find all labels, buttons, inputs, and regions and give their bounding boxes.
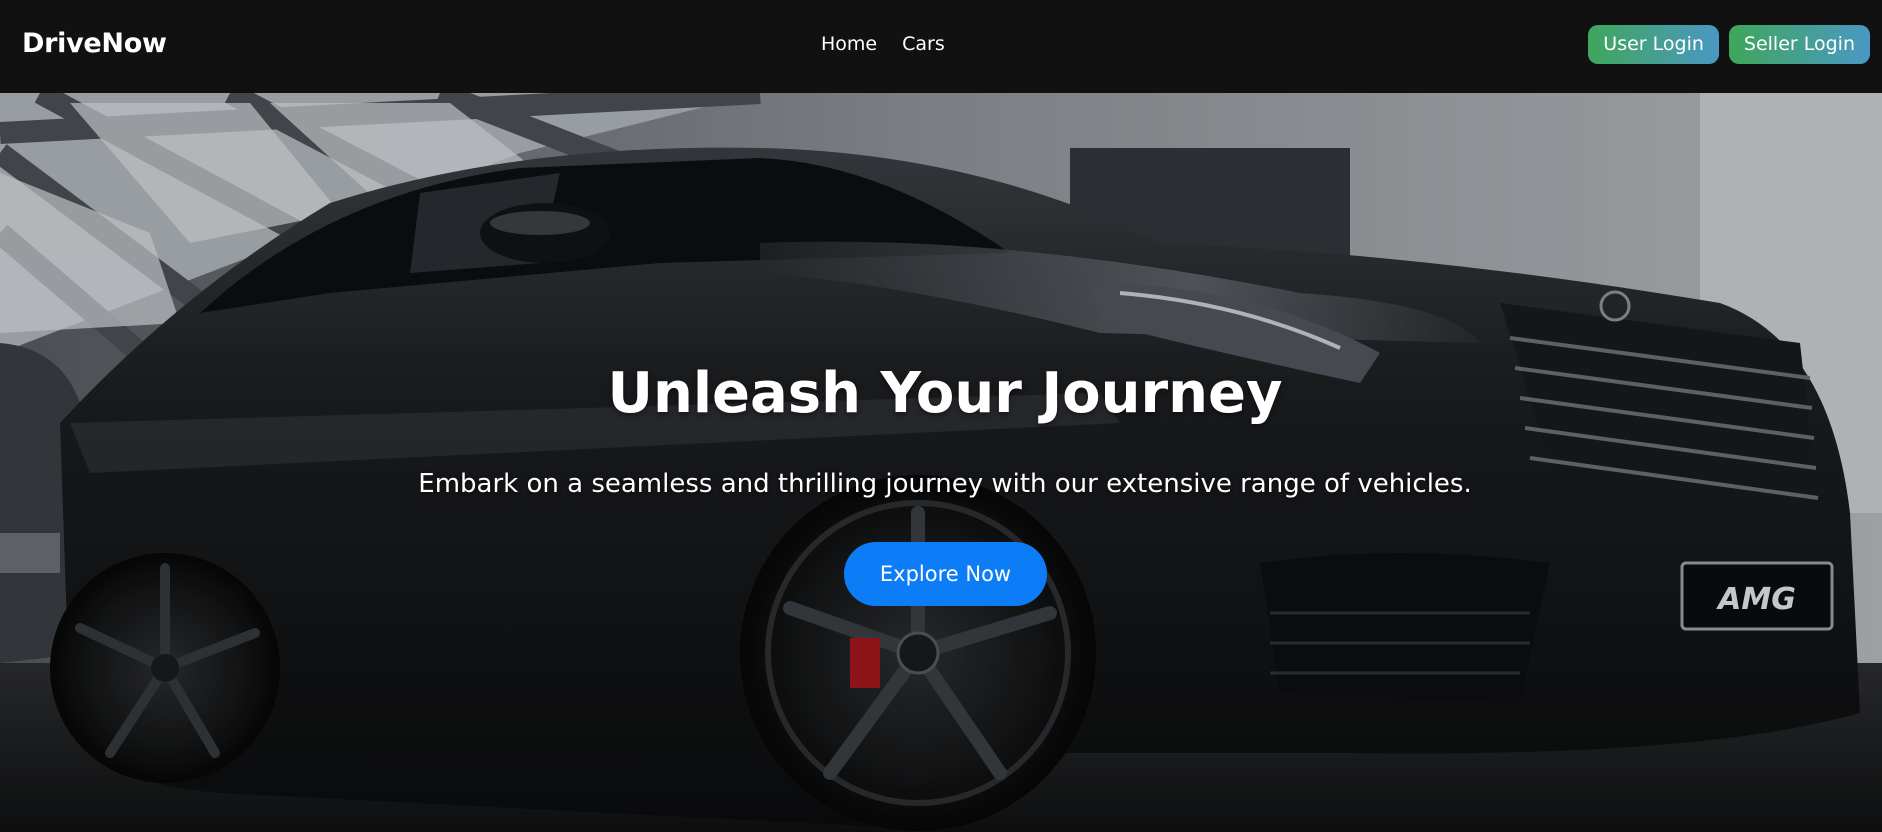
hero-title: Unleash Your Journey bbox=[607, 361, 1283, 426]
nav-link-cars[interactable]: Cars bbox=[902, 33, 945, 55]
auth-buttons: User Login Seller Login bbox=[1588, 25, 1870, 64]
explore-now-button[interactable]: Explore Now bbox=[844, 542, 1047, 606]
navbar: DriveNow Home Cars User Login Seller Log… bbox=[0, 0, 1882, 93]
hero-subtitle: Embark on a seamless and thrilling journ… bbox=[418, 469, 1472, 499]
brand-logo[interactable]: DriveNow bbox=[22, 28, 167, 59]
nav-link-home[interactable]: Home bbox=[821, 33, 877, 55]
nav-links: Home Cars bbox=[821, 33, 945, 55]
seller-login-button[interactable]: Seller Login bbox=[1728, 25, 1870, 64]
user-login-button[interactable]: User Login bbox=[1588, 25, 1719, 64]
hero-section: AMG Unleash Your Journey Embark on a sea… bbox=[0, 93, 1882, 832]
hero-overlay bbox=[0, 93, 1882, 832]
